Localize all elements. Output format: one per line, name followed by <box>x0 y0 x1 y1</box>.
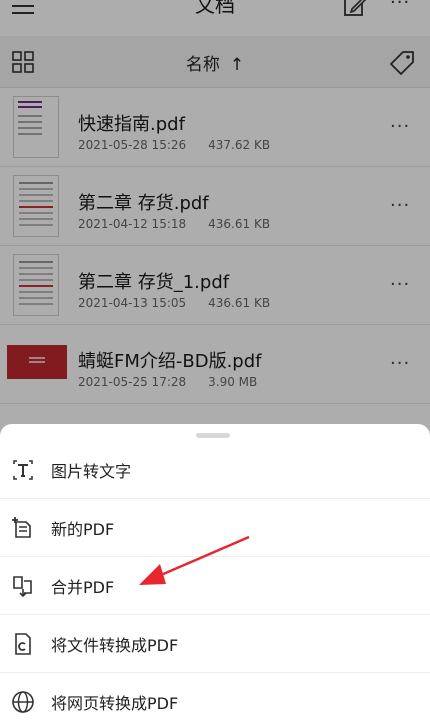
action-label: 图片转文字 <box>51 462 132 481</box>
convert-webpage-to-pdf-button[interactable]: 将网页转换成PDF <box>0 673 430 722</box>
image-to-text-icon <box>13 460 33 480</box>
action-label: 将文件转换成PDF <box>51 636 179 655</box>
file-convert-icon <box>15 633 31 655</box>
convert-file-to-pdf-button[interactable]: 将文件转换成PDF <box>0 615 430 673</box>
image-to-text-button[interactable]: 图片转文字 <box>0 441 430 499</box>
new-pdf-icon <box>12 517 31 538</box>
action-label: 合并PDF <box>51 578 115 597</box>
action-label: 将网页转换成PDF <box>51 694 179 713</box>
new-pdf-button[interactable]: 新的PDF <box>0 499 430 557</box>
merge-pdf-icon <box>13 576 32 598</box>
globe-icon <box>12 691 34 713</box>
action-sheet: 图片转文字 新的PDF 合并PDF 将文件转换成PDF 将网页转换成PDF <box>0 424 430 722</box>
action-label: 新的PDF <box>51 520 115 539</box>
merge-pdf-button[interactable]: 合并PDF <box>0 557 430 615</box>
sheet-handle[interactable] <box>196 433 230 438</box>
